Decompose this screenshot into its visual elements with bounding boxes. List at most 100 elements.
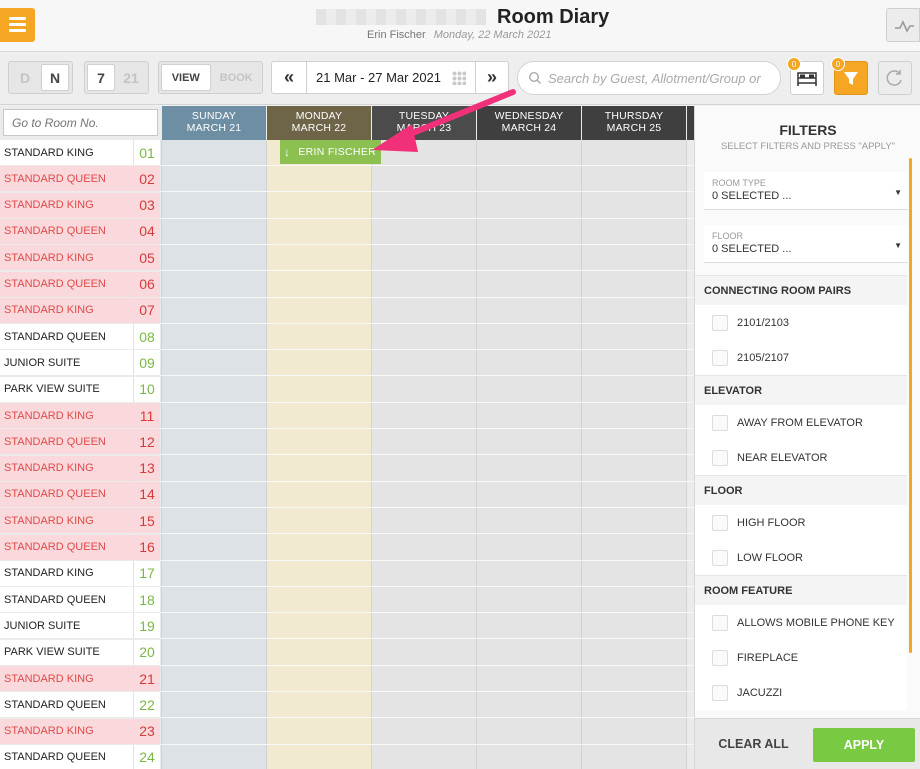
room-row[interactable]: STANDARD KING 15 — [0, 508, 161, 534]
room-type: STANDARD QUEEN — [0, 587, 133, 613]
apply-button[interactable]: APPLY — [813, 728, 915, 762]
checkbox[interactable] — [712, 549, 728, 566]
refresh-button[interactable] — [878, 61, 912, 95]
filter-option[interactable]: ALLOWS MOBILE PHONE KEY — [695, 605, 907, 640]
room-number: 23 — [133, 718, 160, 744]
checkbox[interactable] — [712, 614, 728, 631]
room-type: STANDARD KING — [0, 666, 133, 691]
day-header: WEDNESDAY MARCH 24 — [477, 106, 581, 140]
filter-option[interactable]: LOW FLOOR — [695, 540, 907, 575]
room-number: 02 — [133, 166, 160, 192]
room-row[interactable]: PARK VIEW SUITE 10 — [0, 376, 161, 402]
row-divider — [161, 559, 694, 561]
reservation-guest-name: ERIN FISCHER — [298, 146, 377, 158]
next-week-button[interactable]: » — [475, 61, 509, 94]
room-row[interactable]: STANDARD QUEEN 22 — [0, 692, 161, 718]
clear-all-button[interactable]: CLEAR ALL — [695, 731, 812, 757]
room-number: 17 — [133, 560, 160, 586]
previous-week-button[interactable]: « — [271, 61, 307, 94]
filter-option[interactable]: HIGH FLOOR — [695, 505, 907, 540]
room-row[interactable]: STANDARD KING 13 — [0, 455, 161, 481]
room-row[interactable]: STANDARD KING 23 — [0, 718, 161, 744]
room-row[interactable]: JUNIOR SUITE 19 — [0, 613, 161, 639]
checkbox[interactable] — [712, 449, 728, 466]
room-row[interactable]: STANDARD KING 01 — [0, 140, 161, 165]
room-row[interactable]: STANDARD QUEEN 12 — [0, 429, 161, 455]
row-divider — [161, 454, 694, 456]
room-number: 11 — [133, 403, 160, 428]
room-type: STANDARD KING — [0, 560, 133, 586]
room-row[interactable]: STANDARD QUEEN 16 — [0, 534, 161, 560]
day-date: MARCH 21 — [186, 122, 242, 134]
checkbox[interactable] — [712, 349, 728, 366]
row-divider — [161, 191, 694, 193]
checkbox[interactable] — [712, 684, 728, 701]
room-row[interactable]: STANDARD KING 03 — [0, 192, 161, 218]
search-input[interactable] — [548, 70, 778, 86]
hamburger-menu-icon[interactable] — [0, 8, 35, 42]
filter-option-label: LOW FLOOR — [737, 551, 804, 564]
room-row[interactable]: STANDARD QUEEN 14 — [0, 481, 161, 507]
filter-option[interactable]: FIREPLACE — [695, 640, 907, 675]
room-number: 03 — [133, 192, 160, 218]
row-divider — [161, 375, 694, 377]
filter-section-title: ROOM FEATURE — [695, 575, 907, 605]
rooms-filter-button[interactable]: 0 — [787, 57, 824, 95]
night-mode-option[interactable]: N — [41, 64, 69, 91]
room-row[interactable]: STANDARD KING 17 — [0, 560, 161, 586]
filter-section-title: CONNECTING ROOM PAIRS — [695, 275, 907, 305]
filter-option[interactable]: AWAY FROM ELEVATOR — [695, 405, 907, 440]
room-row[interactable]: STANDARD QUEEN 24 — [0, 744, 161, 769]
go-to-room-input[interactable] — [3, 109, 158, 136]
filter-option[interactable]: NEAR ELEVATOR — [695, 440, 907, 475]
filter-option-label: 2105/2107 — [737, 351, 789, 364]
guest-search-box[interactable] — [517, 61, 781, 95]
filter-option[interactable]: 2101/2103 — [695, 305, 907, 340]
book-mode-option[interactable]: BOOK — [213, 64, 261, 91]
room-row[interactable]: STANDARD KING 05 — [0, 245, 161, 271]
filter-panel-button[interactable]: 0 — [831, 57, 868, 95]
room-number: 01 — [133, 140, 160, 165]
row-divider — [161, 585, 694, 587]
room-type-select[interactable]: ROOM TYPE 0 SELECTED ... ▼ — [704, 172, 908, 210]
room-row[interactable]: STANDARD KING 11 — [0, 403, 161, 428]
room-row[interactable]: STANDARD KING 07 — [0, 297, 161, 323]
date-range-display[interactable]: 21 Mar - 27 Mar 2021 — [307, 61, 475, 94]
row-divider — [161, 664, 694, 666]
room-row[interactable]: STANDARD KING 21 — [0, 666, 161, 691]
row-divider — [161, 717, 694, 719]
checkbox[interactable] — [712, 649, 728, 666]
calendar-grid-icon[interactable] — [452, 71, 466, 85]
filter-section-title: FLOOR — [695, 475, 907, 505]
filters-scrollbar[interactable] — [909, 158, 912, 653]
floor-label: FLOOR — [712, 231, 744, 241]
room-type: PARK VIEW SUITE — [0, 376, 133, 402]
filter-option[interactable]: 2105/2107 — [695, 340, 907, 375]
room-row[interactable]: PARK VIEW SUITE 20 — [0, 639, 161, 665]
room-row[interactable]: STANDARD QUEEN 04 — [0, 218, 161, 244]
room-number: 12 — [133, 429, 160, 455]
filter-option-label: HIGH FLOOR — [737, 516, 806, 529]
room-type-value: 0 SELECTED ... — [712, 190, 792, 202]
activity-chart-icon[interactable] — [886, 8, 920, 42]
seven-day-option[interactable]: 7 — [87, 64, 115, 91]
filter-badge: 0 — [831, 57, 845, 71]
view-mode-option[interactable]: VIEW — [161, 64, 211, 91]
day-date: MARCH 24 — [501, 122, 557, 134]
row-divider — [161, 165, 694, 166]
reservation-block[interactable]: ↓ ERIN FISCHER — [280, 140, 381, 164]
date-range-text: 21 Mar - 27 Mar 2021 — [316, 70, 442, 85]
room-row[interactable]: STANDARD QUEEN 02 — [0, 166, 161, 192]
room-row[interactable]: STANDARD QUEEN 18 — [0, 587, 161, 613]
filter-option[interactable]: JACUZZI — [695, 675, 907, 710]
checkbox[interactable] — [712, 514, 728, 531]
room-row[interactable]: STANDARD QUEEN 06 — [0, 271, 161, 297]
checkbox[interactable] — [712, 314, 728, 331]
floor-select[interactable]: FLOOR 0 SELECTED ... ▼ — [704, 225, 908, 263]
room-row[interactable]: JUNIOR SUITE 09 — [0, 350, 161, 376]
checkbox[interactable] — [712, 414, 728, 431]
twentyone-day-option[interactable]: 21 — [117, 64, 145, 91]
room-row[interactable]: STANDARD QUEEN 08 — [0, 324, 161, 350]
day-header: SUNDAY MARCH 21 — [162, 106, 266, 140]
day-mode-option[interactable]: D — [11, 64, 39, 91]
